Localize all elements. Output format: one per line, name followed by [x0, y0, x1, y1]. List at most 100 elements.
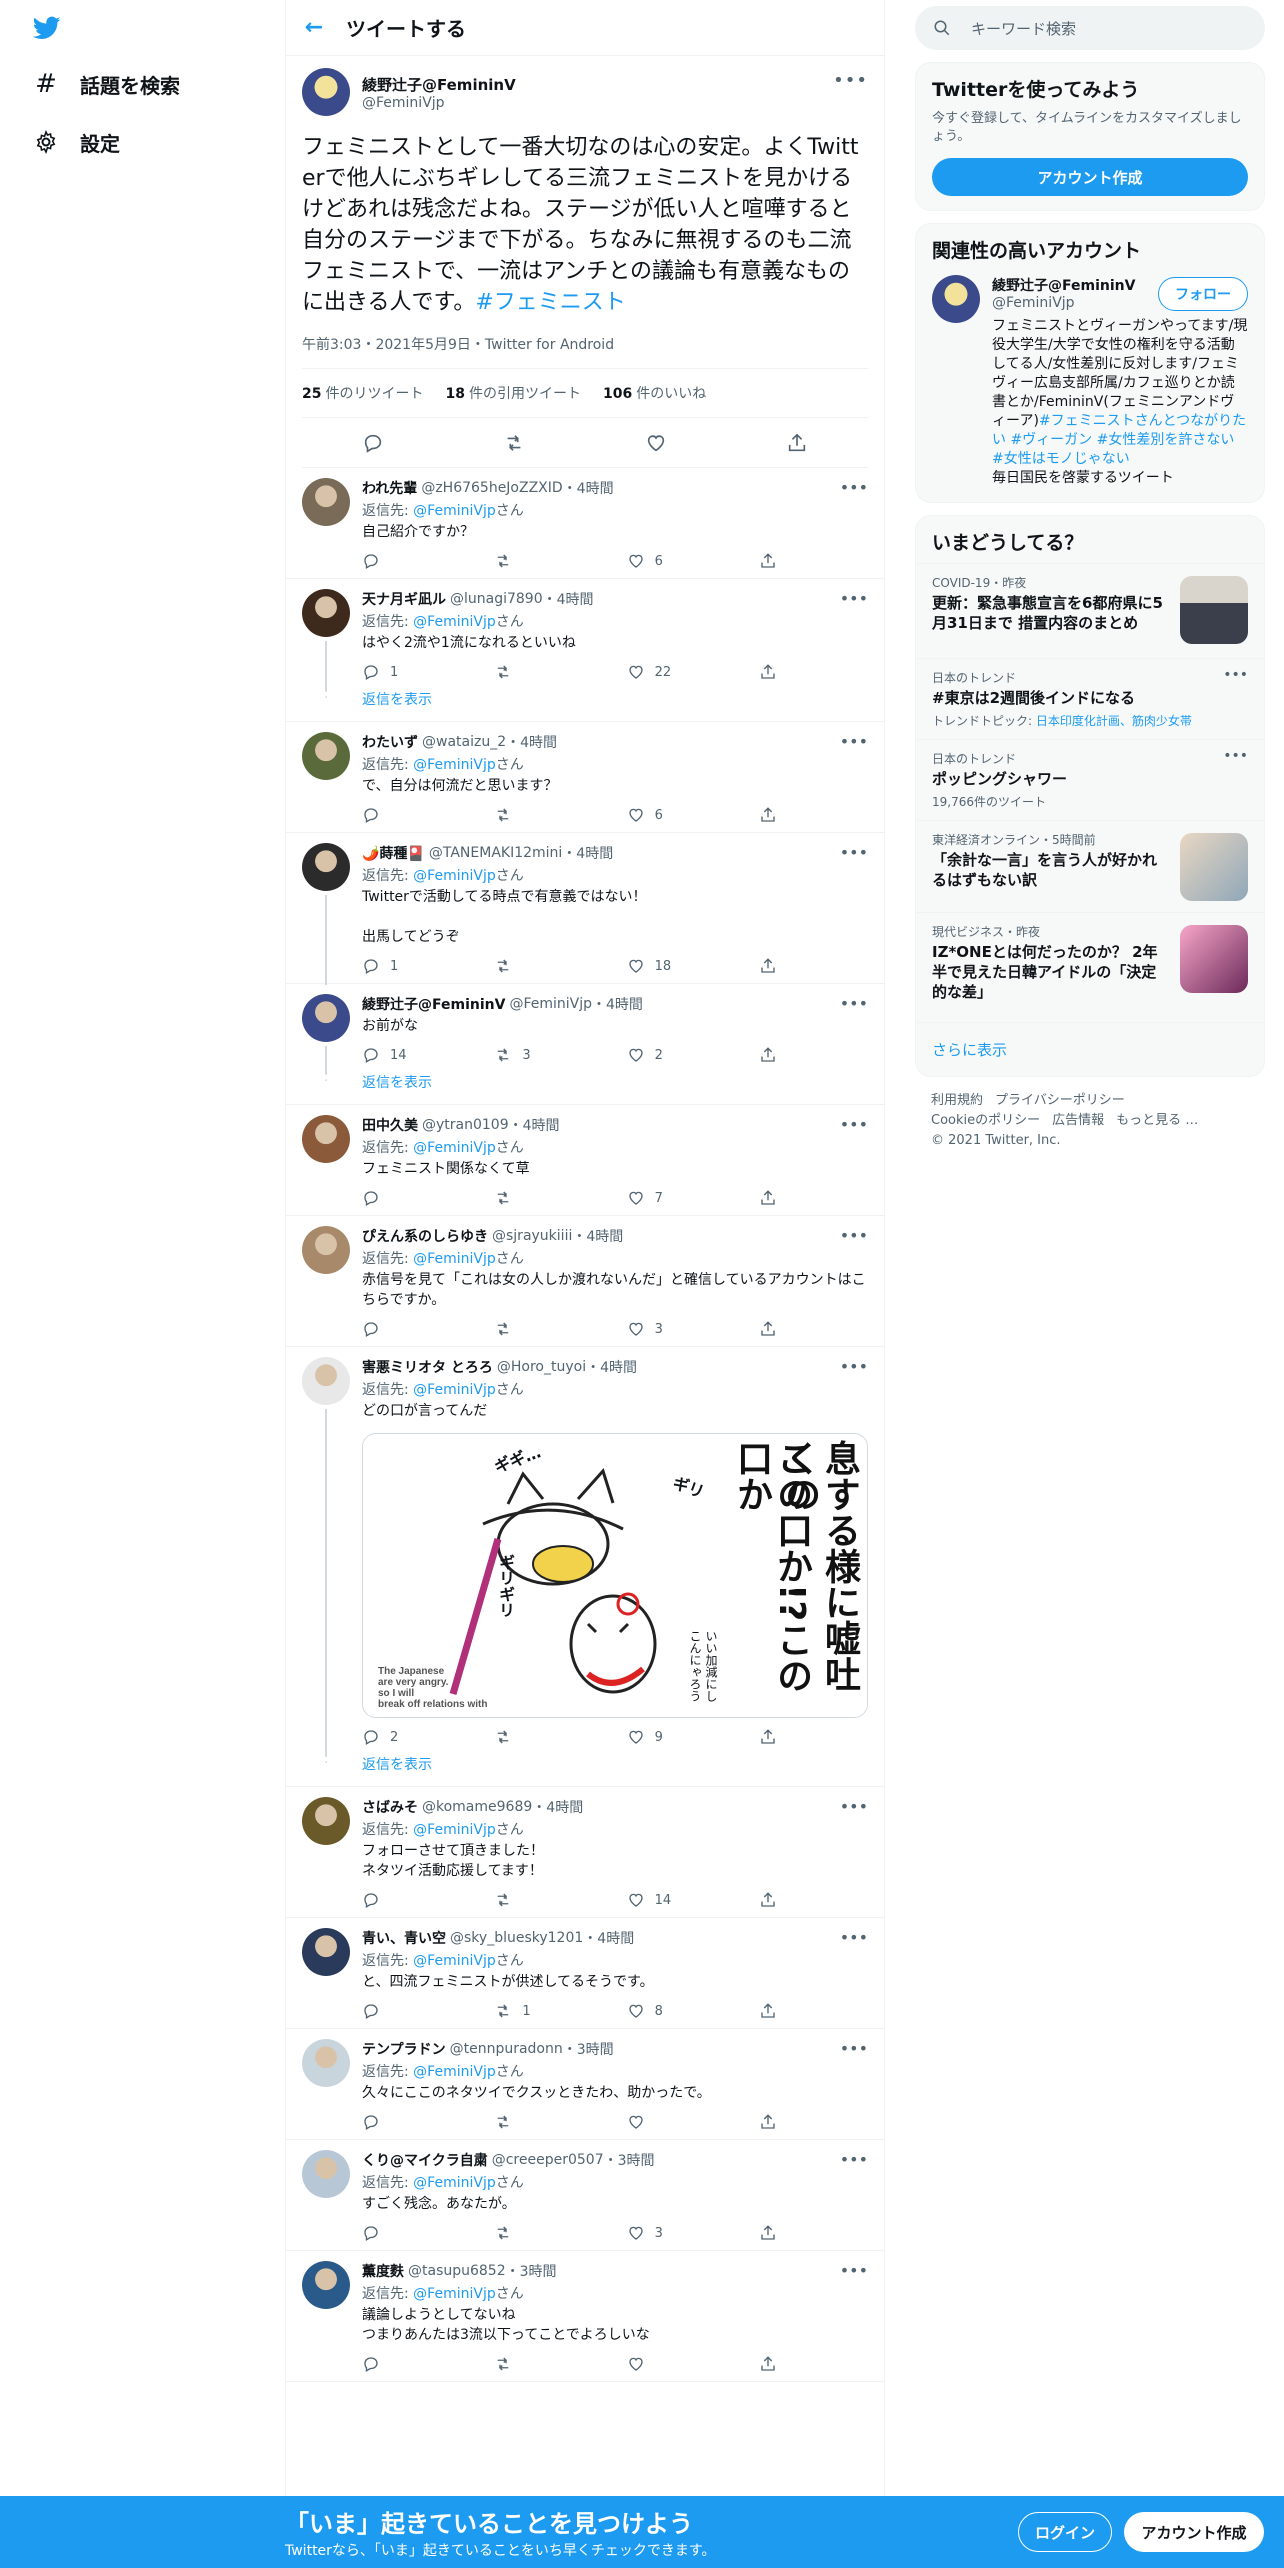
twitter-logo-icon[interactable]: [30, 14, 64, 42]
show-replies-link[interactable]: · · · 返信を表示: [286, 679, 884, 722]
share-button[interactable]: [759, 1891, 787, 1909]
retweet-button[interactable]: [494, 1728, 594, 1746]
like-button[interactable]: [627, 2113, 727, 2131]
show-replies-link[interactable]: · · · 返信を表示: [286, 1062, 884, 1105]
reply-author-name[interactable]: さばみそ: [362, 1797, 418, 1817]
reply-button[interactable]: [362, 2002, 462, 2020]
share-button[interactable]: [786, 432, 808, 454]
author-name[interactable]: 綾野辻子@FemininV: [362, 74, 516, 95]
retweet-stat[interactable]: 25 件のリツイート: [302, 383, 423, 403]
trend-sub-link[interactable]: 日本印度化計画、筋肉少女帯: [1036, 714, 1192, 728]
reply-time[interactable]: ・4時間: [586, 1357, 637, 1377]
reply-author-handle[interactable]: @ytran0109: [422, 1117, 509, 1133]
share-button[interactable]: [759, 1728, 787, 1746]
share-button[interactable]: [759, 957, 787, 975]
reply-time[interactable]: ・4時間: [506, 732, 557, 752]
reply-to-mention[interactable]: @FeminiVjp: [413, 2286, 496, 2302]
avatar[interactable]: [302, 1797, 350, 1845]
retweet-button[interactable]: [494, 957, 594, 975]
reply-button[interactable]: [362, 552, 462, 570]
reply-tweet[interactable]: 綾野辻子@FemininV @FeminiVjp ・4時間 お前がな 14 3 …: [286, 984, 884, 1074]
back-arrow-icon[interactable]: ←: [286, 15, 342, 40]
like-button[interactable]: 8: [627, 2002, 727, 2020]
retweet-button[interactable]: [494, 2355, 594, 2373]
like-stat[interactable]: 106 件のいいね: [603, 383, 706, 403]
reply-author-name[interactable]: 薫度麩: [362, 2261, 404, 2281]
share-button[interactable]: [759, 2113, 787, 2131]
reply-tweet[interactable]: さばみそ @komame9689 ・4時間 返信先: @FeminiVjpさん …: [286, 1787, 884, 1918]
reply-author-handle[interactable]: @zH6765heJoZZXID: [421, 480, 562, 496]
reply-author-name[interactable]: われ先輩: [362, 478, 417, 498]
reply-author-name[interactable]: 青い、青い空: [362, 1928, 446, 1948]
like-button[interactable]: 6: [627, 552, 727, 570]
avatar[interactable]: [302, 2150, 350, 2198]
reply-button[interactable]: 1: [362, 957, 462, 975]
retweet-button[interactable]: [494, 552, 594, 570]
share-button[interactable]: [759, 1046, 787, 1064]
reply-author-handle[interactable]: @tennpuradonn: [450, 2041, 563, 2057]
trend-item[interactable]: 日本のトレンド ポッピングシャワー 19,766件のツイート •••: [916, 739, 1264, 820]
more-icon[interactable]: •••: [840, 1357, 868, 1376]
reply-button[interactable]: [362, 2224, 462, 2242]
reply-button[interactable]: [362, 1189, 462, 1207]
like-button[interactable]: 9: [627, 1728, 727, 1746]
search-input[interactable]: キーワード検索: [915, 6, 1265, 50]
reply-to-mention[interactable]: @FeminiVjp: [413, 1251, 496, 1267]
reply-button[interactable]: 2: [362, 1728, 462, 1746]
more-icon[interactable]: •••: [840, 1226, 868, 1245]
reply-tweet[interactable]: われ先輩 @zH6765heJoZZXID ・4時間 返信先: @FeminiV…: [286, 468, 884, 579]
share-button[interactable]: [759, 806, 787, 824]
avatar[interactable]: [302, 2261, 350, 2309]
retweet-button[interactable]: 3: [494, 1046, 594, 1064]
reply-author-name[interactable]: ぴえん系のしらゆき: [362, 1226, 488, 1246]
retweet-button[interactable]: 1: [494, 2002, 594, 2020]
more-icon[interactable]: •••: [840, 2150, 868, 2169]
more-icon[interactable]: •••: [840, 2261, 868, 2280]
avatar[interactable]: [302, 1115, 350, 1163]
more-icon[interactable]: •••: [840, 1115, 868, 1134]
share-button[interactable]: [759, 552, 787, 570]
reply-to-mention[interactable]: @FeminiVjp: [413, 2064, 496, 2080]
retweet-button[interactable]: [503, 432, 525, 454]
reply-author-handle[interactable]: @sky_bluesky1201: [450, 1930, 583, 1946]
share-button[interactable]: [759, 2002, 787, 2020]
reply-author-name[interactable]: 綾野辻子@FemininV: [362, 994, 505, 1014]
like-button[interactable]: 7: [627, 1189, 727, 1207]
reply-time[interactable]: ・4時間: [543, 589, 594, 609]
trend-item[interactable]: 東洋経済オンライン・5時間前 「余計な一言」を言う人が好かれるはずもない訳: [916, 820, 1264, 912]
reply-author-name[interactable]: わたいず: [362, 732, 418, 752]
footer-cookie[interactable]: Cookieのポリシー: [931, 1113, 1040, 1128]
reply-tweet[interactable]: 害悪ミリオタ とろろ @Horo_tuyoi ・4時間 返信先: @Femini…: [286, 1347, 884, 1756]
footer-more[interactable]: もっと見る …: [1116, 1113, 1198, 1128]
login-button[interactable]: ログイン: [1018, 2512, 1112, 2552]
reply-author-name[interactable]: くり@マイクラ自粛: [362, 2150, 488, 2170]
retweet-button[interactable]: [494, 2224, 594, 2242]
retweet-button[interactable]: [494, 1189, 594, 1207]
footer-privacy[interactable]: プライバシーポリシー: [995, 1093, 1125, 1108]
reply-author-name[interactable]: テンプラドン: [362, 2039, 446, 2059]
reply-author-handle[interactable]: @TANEMAKI12mini: [429, 845, 562, 861]
reply-time[interactable]: ・3時間: [604, 2150, 655, 2170]
nav-explore[interactable]: # 話題を検索: [32, 64, 180, 104]
reply-to-mention[interactable]: @FeminiVjp: [413, 1140, 496, 1156]
reply-tweet[interactable]: ぴえん系のしらゆき @sjrayukiiii ・4時間 返信先: @Femini…: [286, 1216, 884, 1347]
trend-item[interactable]: 日本のトレンド #東京は2週間後インドになる トレンドトピック: 日本印度化計画…: [916, 658, 1264, 739]
more-icon[interactable]: •••: [833, 70, 868, 91]
retweet-button[interactable]: [494, 663, 594, 681]
reply-author-handle[interactable]: @tasupu6852: [408, 2263, 506, 2279]
avatar[interactable]: [302, 68, 350, 116]
reply-to-mention[interactable]: @FeminiVjp: [413, 614, 496, 630]
reply-time[interactable]: ・4時間: [562, 843, 613, 863]
reply-author-name[interactable]: 田中久美: [362, 1115, 418, 1135]
share-button[interactable]: [759, 1320, 787, 1338]
reply-button[interactable]: 1: [362, 663, 462, 681]
reply-time[interactable]: ・3時間: [506, 2261, 557, 2281]
reply-tweet[interactable]: 青い、青い空 @sky_bluesky1201 ・4時間 返信先: @Femin…: [286, 1918, 884, 2029]
more-icon[interactable]: •••: [1223, 667, 1248, 683]
share-button[interactable]: [759, 1189, 787, 1207]
reply-time[interactable]: ・4時間: [592, 994, 643, 1014]
reply-time[interactable]: ・4時間: [532, 1797, 583, 1817]
tweet-image[interactable]: The Japanese are very angry. so I will brea…: [362, 1433, 868, 1718]
avatar[interactable]: [302, 1357, 350, 1405]
show-replies-link[interactable]: · · · 返信を表示: [286, 1744, 884, 1787]
